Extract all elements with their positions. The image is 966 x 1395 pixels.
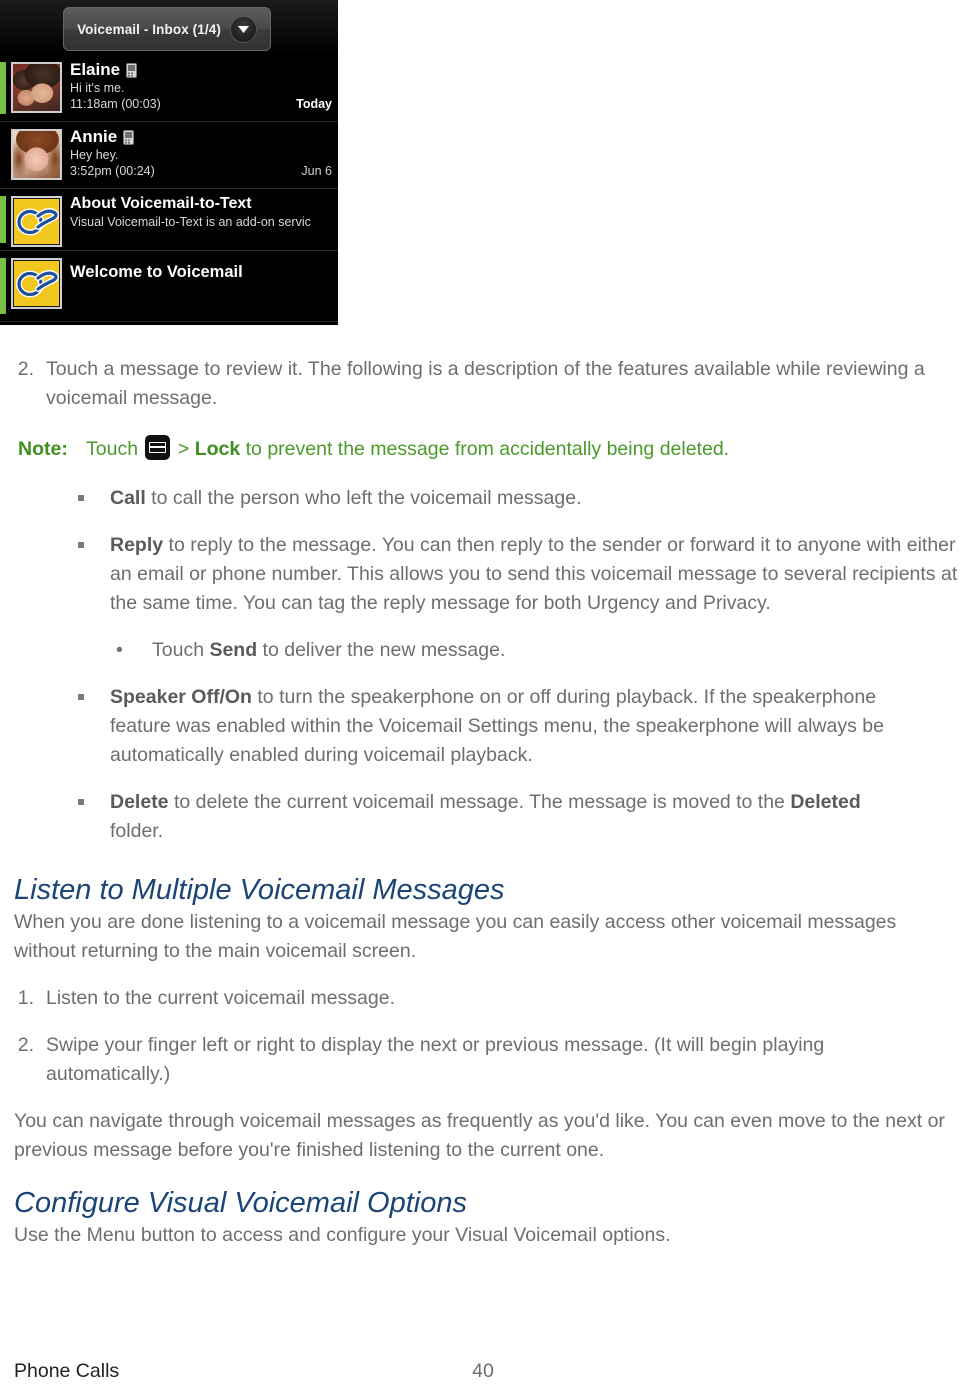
feature-bold-deleted: Deleted [790,791,861,813]
list-item: Delete to delete the current voicemail m… [0,788,966,846]
list-text: Swipe your finger left or right to displ… [46,1034,825,1085]
list-text: Touch a message to review it. The follow… [46,358,925,409]
note-suffix: to prevent the message from accidentally… [240,438,730,460]
list-item: • Touch Send to deliver the new message. [0,636,966,665]
list-text: Delete to delete the current voicemail m… [110,788,966,846]
note-text: Touch > Lock to prevent the message from… [86,435,948,464]
message-title: Welcome to Voicemail [70,263,243,281]
list-item: 1. Listen to the current voicemail messa… [0,984,966,1013]
note-prefix: Touch [86,438,139,460]
footer-page-number: 40 [472,1360,494,1382]
dot-bullet-icon: • [116,639,123,661]
note-callout: Note: Touch > Lock to prevent the messag… [0,435,966,464]
feature-name: Call [110,487,146,509]
list-text: Reply to reply to the message. You can t… [110,531,966,618]
list-item: Call to call the person who left the voi… [0,484,966,513]
message-date: Jun 6 [301,164,332,178]
page-footer: Phone Calls 40 [0,1360,966,1395]
unread-indicator [0,62,6,114]
voicemail-inbox-screenshot: Voicemail - Inbox (1/4) Elaine Hi it's m… [0,0,338,325]
list-item: 2. Touch a message to review it. The fol… [0,355,966,413]
list-number: 2. [17,358,34,380]
voicemail-inbox-dropdown[interactable]: Voicemail - Inbox (1/4) [63,7,271,51]
list-number: 2. [17,1034,34,1056]
voicemail-top-bar: Voicemail - Inbox (1/4) [0,0,338,55]
contact-name: Annie [70,127,118,146]
list-item: Speaker Off/On to turn the speakerphone … [0,683,966,770]
voicemail-list-item[interactable]: Elaine Hi it's me. 11:18am (00:03) Today [0,55,338,122]
subbullet-suffix: to deliver the new message. [257,639,506,661]
section-intro-configure: Use the Menu button to access and config… [14,1224,671,1246]
voicemail-list-item[interactable]: About Voicemail-to-Text Visual Voicemail… [0,189,338,251]
message-preview: Visual Voicemail-to-Text is an add-on se… [70,215,311,229]
subbullet-prefix: Touch [152,639,210,661]
document-body: 2. Touch a message to review it. The fol… [0,325,966,1250]
voicemail-logo-icon [11,196,62,247]
message-time: 11:18am (00:03) [70,97,161,111]
section-intro-listen: When you are done listening to a voicema… [14,911,897,962]
avatar [11,62,62,113]
feature-desc: to delete the current voicemail message.… [168,791,791,813]
voicemail-list-item[interactable]: Welcome to Voicemail [0,251,338,322]
unread-indicator [0,258,6,314]
feature-desc: to reply to the message. You can then re… [110,534,958,614]
subbullet-bold-send: Send [209,639,258,661]
feature-desc-tail: folder. [110,820,164,842]
list-text: Listen to the current voicemail message. [46,987,396,1009]
list-text: Touch Send to deliver the new message. [152,636,966,665]
note-label: Note: [18,438,68,460]
square-bullet-icon [78,484,92,513]
contact-name: Elaine [70,60,121,79]
section-heading-configure: Configure Visual Voicemail Options [14,1187,467,1219]
list-number: 1. [17,987,34,1009]
feature-name: Reply [110,534,164,556]
feature-desc: to call the person who left the voicemai… [145,487,582,509]
square-bullet-icon [78,531,92,618]
unread-indicator [0,196,6,243]
menu-icon[interactable] [145,435,171,460]
list-item: 2. Swipe your finger left or right to di… [0,1031,966,1089]
message-time: 3:52pm (00:24) [70,164,155,178]
unread-indicator [0,129,6,181]
list-text: Call to call the person who left the voi… [110,484,966,513]
list-text: Speaker Off/On to turn the speakerphone … [110,683,966,770]
list-item: Reply to reply to the message. You can t… [0,531,966,618]
note-bold-lock: Lock [194,438,241,460]
feature-name: Delete [110,791,169,813]
voicemail-logo-icon [11,258,62,309]
message-preview: Hi it's me. [70,81,125,95]
message-date: Today [296,97,332,111]
mobile-phone-icon [123,129,135,145]
section-outro-listen: You can navigate through voicemail messa… [14,1110,945,1161]
square-bullet-icon [78,788,92,846]
chevron-down-icon[interactable] [229,15,257,43]
message-title: About Voicemail-to-Text [70,195,252,212]
section-heading-listen: Listen to Multiple Voicemail Messages [14,874,505,906]
voicemail-inbox-dropdown-label: Voicemail - Inbox (1/4) [77,21,221,37]
mobile-phone-icon [126,62,138,78]
note-separator: > [177,438,195,460]
voicemail-list-item[interactable]: Annie Hey hey. 3:52pm (00:24) Jun 6 [0,122,338,189]
feature-name: Speaker Off/On [110,686,252,708]
avatar [11,129,62,180]
message-preview: Hey hey. [70,148,119,162]
square-bullet-icon [78,683,92,770]
